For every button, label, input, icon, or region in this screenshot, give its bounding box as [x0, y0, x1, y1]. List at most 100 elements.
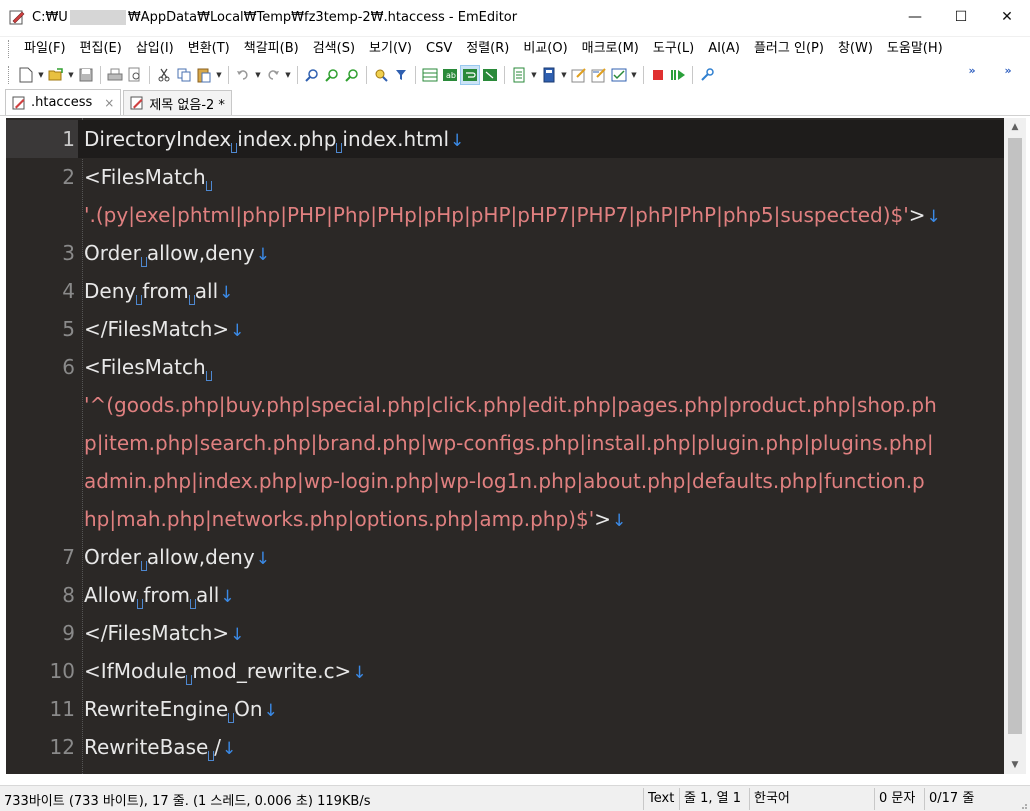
menu-item-4[interactable]: 책갈피(B) [237, 37, 306, 61]
tab-htaccess[interactable]: .htaccess × [5, 89, 122, 115]
status-encoding[interactable]: 한국어 [749, 788, 794, 810]
wrap-by-window-icon[interactable] [480, 65, 500, 85]
menu-item-2[interactable]: 삽입(I) [129, 37, 181, 61]
new-file-dropdown-icon[interactable]: ▼ [36, 65, 46, 85]
print-preview-icon[interactable] [125, 65, 145, 85]
menu-item-10[interactable]: 매크로(M) [575, 37, 646, 61]
vertical-scrollbar[interactable]: ▲ ▼ [1004, 118, 1026, 774]
editor-line[interactable]: 12 RewriteBase/↓ [6, 728, 1004, 766]
status-mode[interactable]: Text [643, 788, 678, 810]
editor-line[interactable]: 2 <FilesMatch [6, 158, 1004, 196]
word-wrap-icon[interactable] [460, 65, 480, 85]
menu-item-7[interactable]: CSV [419, 37, 459, 61]
paste-icon[interactable] [194, 65, 214, 85]
highlight-icon[interactable]: ab [440, 65, 460, 85]
encoding-icon[interactable] [509, 65, 529, 85]
close-button[interactable]: ✕ [984, 0, 1030, 34]
tab-untitled-2[interactable]: 제목 없음-2 * [123, 90, 232, 115]
editor-line[interactable]: '.(py|exe|phtml|php|PHP|Php|PHp|pHp|pHP|… [6, 196, 1004, 234]
find-icon[interactable] [302, 65, 322, 85]
newline-marker-icon: ↓ [352, 663, 367, 683]
find-next-icon[interactable] [322, 65, 342, 85]
space-marker-icon [205, 181, 212, 191]
undo-dropdown-icon[interactable]: ▼ [253, 65, 263, 85]
menu-item-12[interactable]: AI(A) [701, 37, 747, 61]
csv-mode-icon[interactable] [420, 65, 440, 85]
menu-item-1[interactable]: 편집(E) [73, 37, 129, 61]
maximize-button[interactable]: ☐ [938, 0, 984, 34]
save-icon[interactable] [76, 65, 96, 85]
menu-item-8[interactable]: 정렬(R) [459, 37, 516, 61]
editor-line[interactable]: 9 </FilesMatch>↓ [6, 614, 1004, 652]
encoding-dropdown-icon[interactable]: ▼ [529, 65, 539, 85]
editor-line[interactable]: 5 </FilesMatch>↓ [6, 310, 1004, 348]
line-number [6, 462, 78, 500]
editor-line[interactable]: 1 DirectoryIndex index.php index.html↓ [6, 120, 1004, 158]
configuration-icon[interactable] [539, 65, 559, 85]
menu-item-3[interactable]: 변환(T) [181, 37, 237, 61]
stop-macro-icon[interactable] [648, 65, 668, 85]
toolbar-grip[interactable] [8, 66, 11, 84]
string-token: p|item.php|search.php|brand.php|wp-confi… [84, 431, 934, 455]
editor-line-partial[interactable] [6, 766, 1004, 774]
customize-icon[interactable] [569, 65, 589, 85]
scroll-up-icon[interactable]: ▲ [1004, 118, 1026, 136]
status-position[interactable]: 줄 1, 열 1 [679, 788, 745, 810]
resize-grip-icon[interactable] [1018, 799, 1028, 809]
code-token: </FilesMatch> [84, 621, 230, 645]
status-file-info: 733바이트 (733 바이트), 17 줄. (1 스레드, 0.006 초)… [4, 794, 371, 809]
tab-label: .htaccess [31, 95, 93, 110]
text-editor[interactable]: 1 DirectoryIndex index.php index.html↓ 2 <Fil… [6, 118, 1004, 774]
menu-item-9[interactable]: 비교(O) [516, 37, 574, 61]
copy-icon[interactable] [174, 65, 194, 85]
filter-icon[interactable] [391, 65, 411, 85]
print-icon[interactable] [105, 65, 125, 85]
menu-item-11[interactable]: 도구(L) [646, 37, 701, 61]
menu-item-13[interactable]: 플러그 인(P) [747, 37, 831, 61]
editor-line[interactable]: 10 <IfModule mod_rewrite.c>↓ [6, 652, 1004, 690]
cut-icon[interactable] [154, 65, 174, 85]
emeditor-app-icon[interactable] [9, 9, 25, 25]
menu-item-15[interactable]: 도움말(H) [880, 37, 950, 61]
editor-line[interactable]: 3 Order allow,deny↓ [6, 234, 1004, 272]
open-file-dropdown-icon[interactable]: ▼ [66, 65, 76, 85]
properties-icon[interactable] [609, 65, 629, 85]
editor-line[interactable]: 8 Allow from all↓ [6, 576, 1004, 614]
open-file-icon[interactable] [46, 65, 66, 85]
tab-close-icon[interactable]: × [104, 96, 114, 110]
editor-line[interactable]: 6 <FilesMatch [6, 348, 1004, 386]
plugin-icon[interactable] [697, 65, 717, 85]
menu-item-5[interactable]: 검색(S) [306, 37, 362, 61]
line-number: 6 [62, 355, 75, 379]
editor-line[interactable]: 4 Deny from all↓ [6, 272, 1004, 310]
menu-item-6[interactable]: 보기(V) [362, 37, 419, 61]
paste-dropdown-icon[interactable]: ▼ [214, 65, 224, 85]
editor-line[interactable]: '^(goods.php|buy.php|special.php|click.p… [6, 386, 1004, 424]
redo-icon[interactable] [263, 65, 283, 85]
configuration-dropdown-icon[interactable]: ▼ [559, 65, 569, 85]
redo-dropdown-icon[interactable]: ▼ [283, 65, 293, 85]
menu-item-14[interactable]: 창(W) [831, 37, 880, 61]
macro-edit-icon[interactable] [589, 65, 609, 85]
scrollbar-thumb[interactable] [1008, 138, 1022, 734]
minimize-button[interactable]: — [892, 0, 938, 34]
menu-grip[interactable] [8, 39, 11, 58]
line-text: Order allow,deny↓ [84, 538, 270, 576]
find-in-files-icon[interactable] [371, 65, 391, 85]
editor-line[interactable]: hp|mah.php|networks.php|options.php|amp.… [6, 500, 1004, 538]
new-file-icon[interactable] [16, 65, 36, 85]
toolbar-chevron-2[interactable]: » [998, 62, 1018, 88]
editor-line[interactable]: 7 Order allow,deny↓ [6, 538, 1004, 576]
string-token: hp|mah.php|networks.php|options.php|amp.… [84, 507, 595, 531]
scroll-down-icon[interactable]: ▼ [1004, 756, 1026, 774]
find-previous-icon[interactable] [342, 65, 362, 85]
newline-marker-icon: ↓ [222, 739, 237, 759]
undo-icon[interactable] [233, 65, 253, 85]
menu-item-0[interactable]: 파일(F) [17, 37, 73, 61]
properties-dropdown-icon[interactable]: ▼ [629, 65, 639, 85]
editor-line[interactable]: 11 RewriteEngine On↓ [6, 690, 1004, 728]
run-macro-icon[interactable] [668, 65, 688, 85]
editor-line[interactable]: admin.php|index.php|wp-login.php|wp-log1… [6, 462, 1004, 500]
toolbar-chevron-1[interactable]: » [962, 62, 982, 88]
editor-line[interactable]: p|item.php|search.php|brand.php|wp-confi… [6, 424, 1004, 462]
